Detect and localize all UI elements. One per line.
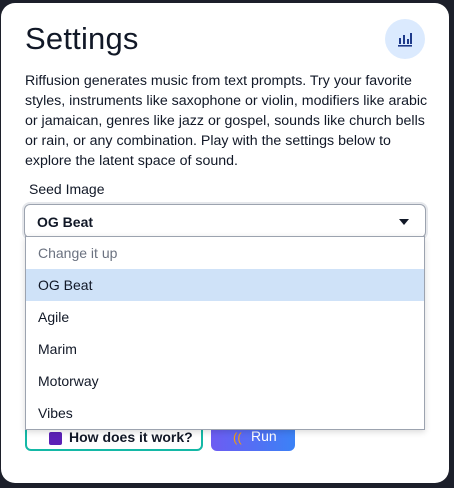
- settings-description: Riffusion generates music from text prom…: [25, 73, 428, 169]
- dropdown-option-motorway[interactable]: Motorway: [26, 365, 424, 397]
- run-icon: ((: [233, 430, 242, 445]
- run-label: Run: [251, 428, 277, 444]
- info-icon: [49, 432, 62, 445]
- seed-image-selected-value: OG Beat: [37, 214, 94, 230]
- modal-title: Settings: [25, 21, 139, 56]
- how-does-it-work-label: How does it work?: [69, 429, 193, 445]
- chevron-down-icon: [399, 219, 409, 225]
- seed-image-dropdown: Change it up OG Beat Agile Marim Motorwa…: [25, 236, 425, 430]
- seed-image-select[interactable]: OG Beat: [24, 204, 426, 238]
- stats-button[interactable]: [385, 19, 425, 59]
- dropdown-option-agile[interactable]: Agile: [26, 301, 424, 333]
- seed-image-label: Seed Image: [29, 181, 105, 197]
- dropdown-option-vibes[interactable]: Vibes: [26, 397, 424, 429]
- dropdown-option-change-it-up[interactable]: Change it up: [26, 237, 424, 269]
- dropdown-option-og-beat[interactable]: OG Beat: [26, 269, 424, 301]
- bar-chart-icon: [398, 33, 412, 47]
- dropdown-option-marim[interactable]: Marim: [26, 333, 424, 365]
